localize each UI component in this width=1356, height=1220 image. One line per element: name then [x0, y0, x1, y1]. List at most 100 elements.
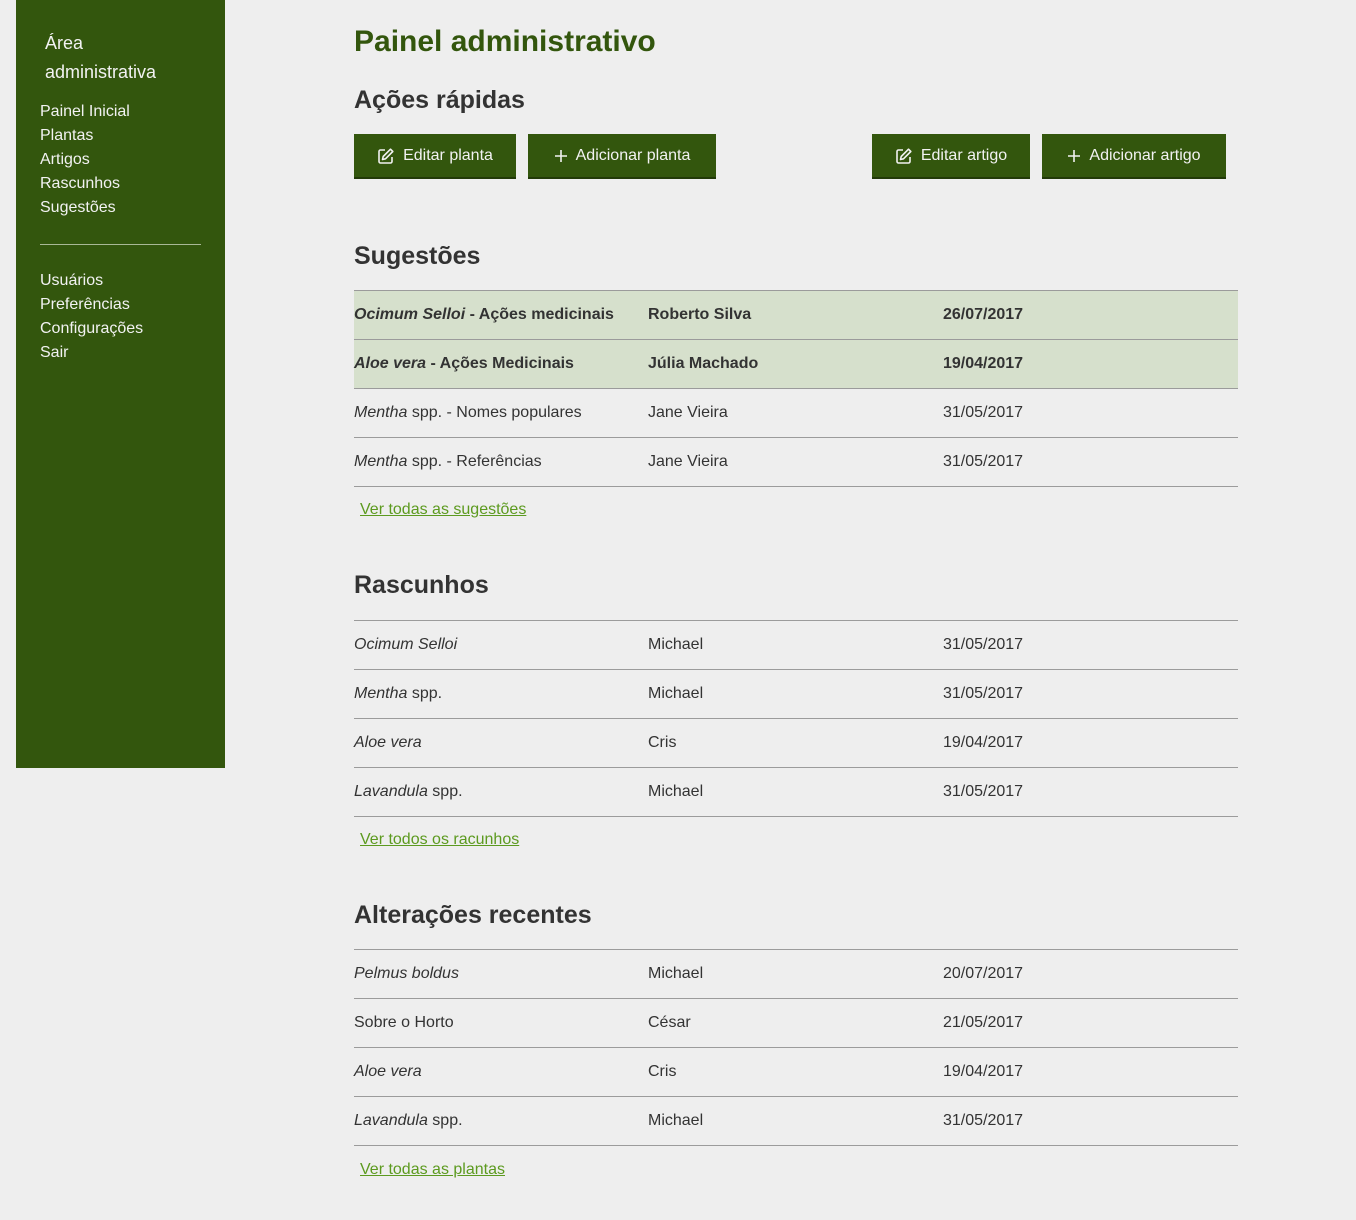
- row-date: 31/05/2017: [943, 783, 1024, 800]
- row-name: Pelmus boldus: [354, 950, 459, 998]
- view-all-drafts-link[interactable]: Ver todos os racunhos: [360, 830, 519, 850]
- sidebar: Área administrativa Painel Inicial Plant…: [16, 0, 225, 768]
- view-all-suggestions-link[interactable]: Ver todas as sugestões: [360, 500, 526, 520]
- table-row[interactable]: Mentha spp. Michael 31/05/2017: [354, 670, 1238, 719]
- sidebar-item-painel-inicial[interactable]: Painel Inicial: [40, 100, 130, 124]
- recent-changes-table: Pelmus boldus Michael 20/07/2017 Sobre o…: [354, 949, 1238, 1146]
- sidebar-title: Área administrativa: [45, 33, 157, 82]
- edit-plant-label: Editar planta: [403, 146, 493, 164]
- row-name-rest: spp. - Referências: [407, 453, 542, 470]
- row-name-italic: Mentha: [354, 685, 408, 702]
- table-row[interactable]: Ocimum Selloi Michael 31/05/2017: [354, 621, 1238, 670]
- row-name: Lavandula spp.: [354, 1097, 463, 1145]
- row-date: 31/05/2017: [943, 404, 1024, 421]
- row-name-italic: Pelmus boldus: [354, 965, 459, 982]
- plus-icon: [554, 149, 567, 162]
- view-all-plants-link[interactable]: Ver todas as plantas: [360, 1160, 505, 1180]
- sidebar-nav-primary: Painel Inicial Plantas Artigos Rascunhos…: [40, 100, 130, 220]
- row-name-rest: spp.: [427, 783, 463, 800]
- row-name-italic: Lavandula: [354, 783, 428, 800]
- row-name-rest: spp. - Nomes populares: [407, 404, 582, 421]
- row-name: Mentha spp. - Referências: [354, 438, 542, 486]
- row-name-italic: Ocimum Selloi: [354, 636, 458, 653]
- edit-icon: [896, 147, 912, 164]
- row-date: 21/05/2017: [943, 1014, 1024, 1031]
- row-author: Michael: [648, 685, 704, 702]
- plus-icon: [1068, 149, 1081, 162]
- row-name-italic: Mentha: [354, 453, 408, 470]
- row-name-rest: spp.: [407, 685, 443, 702]
- row-name-rest: spp.: [427, 1112, 463, 1129]
- row-name-italic: Lavandula: [354, 1112, 428, 1129]
- row-name: Mentha spp.: [354, 670, 442, 718]
- table-row[interactable]: Mentha spp. - Nomes populares Jane Vieir…: [354, 389, 1238, 438]
- add-article-button[interactable]: Adicionar artigo: [1042, 134, 1226, 179]
- recent-changes-heading: Alterações recentes: [354, 901, 592, 929]
- row-name: Aloe vera: [354, 719, 422, 767]
- edit-plant-button[interactable]: Editar planta: [354, 134, 516, 179]
- row-date: 26/07/2017: [943, 306, 1024, 323]
- row-date: 31/05/2017: [943, 636, 1024, 653]
- table-row[interactable]: Ocimum Selloi - Ações medicinais Roberto…: [354, 291, 1238, 340]
- add-article-label: Adicionar artigo: [1089, 146, 1201, 164]
- sidebar-item-rascunhos[interactable]: Rascunhos: [40, 172, 130, 196]
- table-row[interactable]: Mentha spp. - Referências Jane Vieira 31…: [354, 438, 1238, 487]
- suggestions-table: Ocimum Selloi - Ações medicinais Roberto…: [354, 290, 1238, 487]
- sidebar-divider: [40, 244, 201, 245]
- sidebar-item-sair[interactable]: Sair: [40, 341, 143, 365]
- row-date: 20/07/2017: [943, 965, 1024, 982]
- row-author: César: [648, 1014, 691, 1031]
- edit-icon: [378, 147, 394, 164]
- row-author: Michael: [648, 1112, 704, 1129]
- row-author: Michael: [648, 965, 704, 982]
- row-name-rest: - Ações medicinais: [465, 306, 614, 323]
- row-name-rest: Sobre o Horto: [354, 1014, 454, 1031]
- row-author: Jane Vieira: [648, 404, 728, 421]
- table-row[interactable]: Sobre o Horto César 21/05/2017: [354, 999, 1238, 1048]
- table-row[interactable]: Aloe vera Cris 19/04/2017: [354, 719, 1238, 768]
- row-author: Cris: [648, 734, 677, 751]
- row-name: Aloe vera - Ações Medicinais: [354, 340, 574, 388]
- row-author: Jane Vieira: [648, 453, 728, 470]
- add-plant-button[interactable]: Adicionar planta: [528, 134, 716, 179]
- drafts-table: Ocimum Selloi Michael 31/05/2017 Mentha …: [354, 620, 1238, 817]
- drafts-heading: Rascunhos: [354, 571, 489, 599]
- sidebar-item-artigos[interactable]: Artigos: [40, 148, 130, 172]
- sidebar-item-sugestoes[interactable]: Sugestões: [40, 196, 130, 220]
- row-name-italic: Aloe vera: [354, 734, 422, 751]
- row-author: Michael: [648, 636, 704, 653]
- sidebar-item-plantas[interactable]: Plantas: [40, 124, 130, 148]
- page-title: Painel administrativo: [354, 25, 656, 58]
- row-name: Aloe vera: [354, 1048, 422, 1096]
- table-row[interactable]: Aloe vera Cris 19/04/2017: [354, 1048, 1238, 1097]
- row-date: 19/04/2017: [943, 355, 1024, 372]
- row-author: Roberto Silva: [648, 306, 752, 323]
- edit-article-label: Editar artigo: [920, 146, 1008, 164]
- quick-actions-heading: Ações rápidas: [354, 86, 525, 114]
- row-name: Mentha spp. - Nomes populares: [354, 389, 582, 437]
- row-name: Sobre o Horto: [354, 999, 454, 1047]
- row-author: Cris: [648, 1063, 677, 1080]
- sidebar-item-preferencias[interactable]: Preferências: [40, 293, 143, 317]
- row-date: 31/05/2017: [943, 685, 1024, 702]
- row-date: 31/05/2017: [943, 1112, 1024, 1129]
- sidebar-item-configuracoes[interactable]: Configurações: [40, 317, 143, 341]
- table-row[interactable]: Lavandula spp. Michael 31/05/2017: [354, 768, 1238, 817]
- suggestions-heading: Sugestões: [354, 242, 481, 270]
- row-name-italic: Mentha: [354, 404, 408, 421]
- row-name: Ocimum Selloi - Ações medicinais: [354, 291, 614, 339]
- row-date: 31/05/2017: [943, 453, 1024, 470]
- row-name-italic: Aloe vera: [354, 355, 427, 372]
- table-row[interactable]: Pelmus boldus Michael 20/07/2017: [354, 950, 1238, 999]
- row-author: Júlia Machado: [648, 355, 759, 372]
- row-name-rest: - Ações Medicinais: [426, 355, 574, 372]
- row-date: 19/04/2017: [943, 1063, 1024, 1080]
- row-name-italic: Ocimum Selloi: [354, 306, 466, 323]
- table-row[interactable]: Aloe vera - Ações Medicinais Júlia Macha…: [354, 340, 1238, 389]
- row-name: Lavandula spp.: [354, 768, 463, 816]
- row-author: Michael: [648, 783, 704, 800]
- edit-article-button[interactable]: Editar artigo: [872, 134, 1030, 179]
- sidebar-item-usuarios[interactable]: Usuários: [40, 269, 143, 293]
- sidebar-nav-secondary: Usuários Preferências Configurações Sair: [40, 269, 143, 365]
- table-row[interactable]: Lavandula spp. Michael 31/05/2017: [354, 1097, 1238, 1146]
